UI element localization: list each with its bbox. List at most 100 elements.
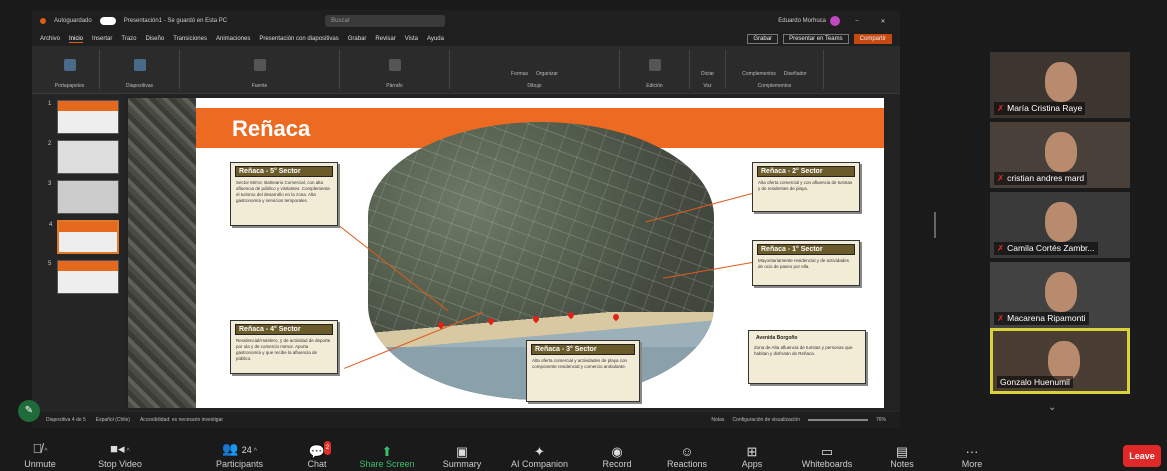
menu-diseno[interactable]: Diseño [146, 36, 165, 42]
reactions-button[interactable]: ☺ Reactions [652, 445, 722, 471]
sector-4-box[interactable]: Reñaca - 4° Sector Residencial/Hotelero,… [230, 320, 338, 374]
toolbar-label: Record [602, 459, 632, 469]
chevron-down-icon[interactable]: ⌄ [1048, 402, 1056, 413]
avenida-borgono-box[interactable]: Avenida Borgoño Zona de Alta afluencia d… [748, 330, 866, 384]
apps-button[interactable]: ⊞ Apps [722, 445, 782, 471]
zoom-level[interactable]: 76% [876, 417, 886, 423]
slide-canvas[interactable]: Reñaca Reñaca - 5° Sector Sector Mirror.… [196, 98, 884, 408]
chat-button[interactable]: 💬 2 Chat [287, 441, 347, 471]
shapes-button[interactable]: Formas [511, 71, 528, 77]
menu-insertar[interactable]: Insertar [92, 36, 112, 42]
video-tile[interactable]: ✗ Macarena Ripamonti [990, 262, 1130, 328]
toolbar-label: Summary [442, 459, 482, 469]
video-tile[interactable]: ✗ cristian andres mard [990, 122, 1130, 188]
video-tile-active-speaker[interactable]: Gonzalo Huenumil [990, 328, 1130, 394]
sector-title: Reñaca - 2° Sector [757, 166, 855, 177]
ribbon-group-voz[interactable]: Dictar Voz [690, 50, 726, 89]
menu-inicio[interactable]: Inicio [69, 36, 84, 43]
annotate-pen-icon[interactable]: ✎ [18, 400, 40, 422]
slide-thumb-4[interactable]: 4 [49, 220, 119, 254]
present-teams-button[interactable]: Presentar en Teams [783, 34, 849, 44]
slide-thumb-2[interactable]: 2 [48, 140, 119, 174]
slide-thumb-5[interactable]: 5 [48, 260, 119, 294]
menu-transiciones[interactable]: Transiciones [173, 36, 207, 42]
autosave-toggle[interactable] [99, 17, 116, 25]
toolbar-label: Share Screen [359, 459, 415, 469]
view-settings-button[interactable]: Configuración de visualización [732, 417, 800, 423]
arrange-button[interactable]: Organizar [536, 71, 558, 77]
menu-revisar[interactable]: Revisar [375, 36, 395, 42]
record-button[interactable]: Grabar [747, 34, 779, 44]
leave-button[interactable]: Leave [1123, 445, 1161, 467]
share-screen-button[interactable]: ⬆ Share Screen [347, 445, 427, 471]
summary-icon: ▣ [455, 444, 469, 459]
menu-archivo[interactable]: Archivo [40, 36, 60, 42]
slide-thumb-1[interactable]: 1 [48, 100, 119, 134]
summary-button[interactable]: ▣ Summary [427, 445, 497, 471]
whiteboards-button[interactable]: ▭ Whiteboards [782, 445, 872, 471]
sector-3-box[interactable]: Reñaca - 3° Sector Alta oferta comercial… [526, 340, 640, 402]
record-button[interactable]: ◉ Record [582, 445, 652, 471]
dictate-button[interactable]: Dictar [701, 71, 714, 77]
sector-1-box[interactable]: Reñaca - 1° Sector Mayoritariamente resi… [752, 240, 860, 286]
addins-button[interactable]: Complementos [742, 71, 776, 77]
zoom-slider[interactable] [807, 419, 868, 421]
language-status[interactable]: Español (Chile) [96, 417, 130, 423]
participant-video [1045, 202, 1077, 242]
shared-screen: Autoguardado Presentación1 - Se guardó e… [32, 10, 900, 428]
sector-5-box[interactable]: Reñaca - 5° Sector Sector Mirror. Balnea… [230, 162, 338, 226]
video-tile[interactable]: ✗ Camila Cortés Zambr... [990, 192, 1130, 258]
ribbon-group-label: Complementos [757, 83, 792, 89]
menu-presentacion[interactable]: Presentación con diapositivas [259, 36, 338, 42]
search-input[interactable]: Buscar [325, 15, 446, 27]
ribbon-group-dibujo[interactable]: Formas Organizar Dibujo [450, 50, 620, 89]
sector-2-box[interactable]: Reñaca - 2° Sector Alta oferta comercial… [752, 162, 860, 212]
sector-text: Residencial/Hotelero, y de actividad de … [236, 338, 331, 361]
slide-number: 2 [48, 141, 52, 147]
accessibility-status[interactable]: Accesibilidad: es necesario investigar [140, 417, 223, 423]
ribbon: Portapapeles Diapositivas Fuente Párrafo… [32, 46, 900, 94]
ribbon-group-fuente[interactable]: Fuente [180, 50, 340, 89]
toolbar-label: Notes [890, 459, 914, 469]
video-tile[interactable]: ✗ María Cristina Raye [990, 52, 1130, 118]
powerpoint-titlebar: Autoguardado Presentación1 - Se guardó e… [32, 10, 900, 32]
minimize-icon[interactable]: – [848, 18, 866, 24]
user-area[interactable]: Eduardo Morhuca [778, 16, 840, 26]
splitter-handle[interactable] [934, 212, 936, 238]
participant-name: cristian andres mard [1007, 173, 1085, 183]
toolbar-label: Whiteboards [801, 459, 853, 469]
participants-button[interactable]: 👥 24 ^ Participants [192, 442, 287, 471]
more-button[interactable]: ··· More [932, 445, 1012, 471]
sector-title: Reñaca - 1° Sector [757, 244, 855, 255]
notes-button[interactable]: ▤ Notes [872, 445, 932, 471]
menu-trazo[interactable]: Trazo [121, 36, 136, 42]
designer-button[interactable]: Diseñador [784, 71, 807, 77]
toolbar-label: AI Companion [510, 459, 569, 469]
menu-vista[interactable]: Vista [405, 36, 418, 42]
toolbar-label: Reactions [666, 459, 708, 469]
ribbon-group-portapapeles[interactable]: Portapapeles [40, 50, 100, 89]
participants-icon: 👥 24 ^ [221, 441, 258, 456]
menu-grabar[interactable]: Grabar [348, 36, 367, 42]
sector-text: Mayoritariamente residencial y de activi… [758, 258, 850, 269]
share-button[interactable]: Compartir [853, 34, 892, 44]
close-icon[interactable]: ✕ [874, 18, 892, 25]
avatar [830, 16, 840, 26]
ribbon-group-parrafo[interactable]: Párrafo [340, 50, 450, 89]
menu-animaciones[interactable]: Animaciones [216, 36, 250, 42]
ribbon-group-diapositivas[interactable]: Diapositivas [100, 50, 180, 89]
ribbon-group-complementos[interactable]: Complementos Diseñador Complementos [726, 50, 824, 89]
unmute-button[interactable]: 🎙̸ ^ Unmute [0, 442, 80, 471]
muted-mic-icon: ✗ [997, 313, 1005, 323]
slide-thumbnails: 1 2 3 4 5 [32, 94, 124, 410]
participant-name: Camila Cortés Zambr... [1007, 243, 1095, 253]
menu-ayuda[interactable]: Ayuda [427, 36, 444, 42]
slide-title[interactable]: Reñaca [232, 116, 310, 142]
stop-video-button[interactable]: ■◂ ^ Stop Video [80, 442, 160, 471]
muted-mic-icon: ✗ [997, 173, 1005, 183]
slide-thumb-3[interactable]: 3 [48, 180, 119, 214]
toolbar-label: Stop Video [98, 459, 142, 469]
notes-button[interactable]: Notas [711, 417, 724, 423]
ai-companion-button[interactable]: ✦ AI Companion [497, 445, 582, 471]
ribbon-group-edicion[interactable]: Edición [620, 50, 690, 89]
